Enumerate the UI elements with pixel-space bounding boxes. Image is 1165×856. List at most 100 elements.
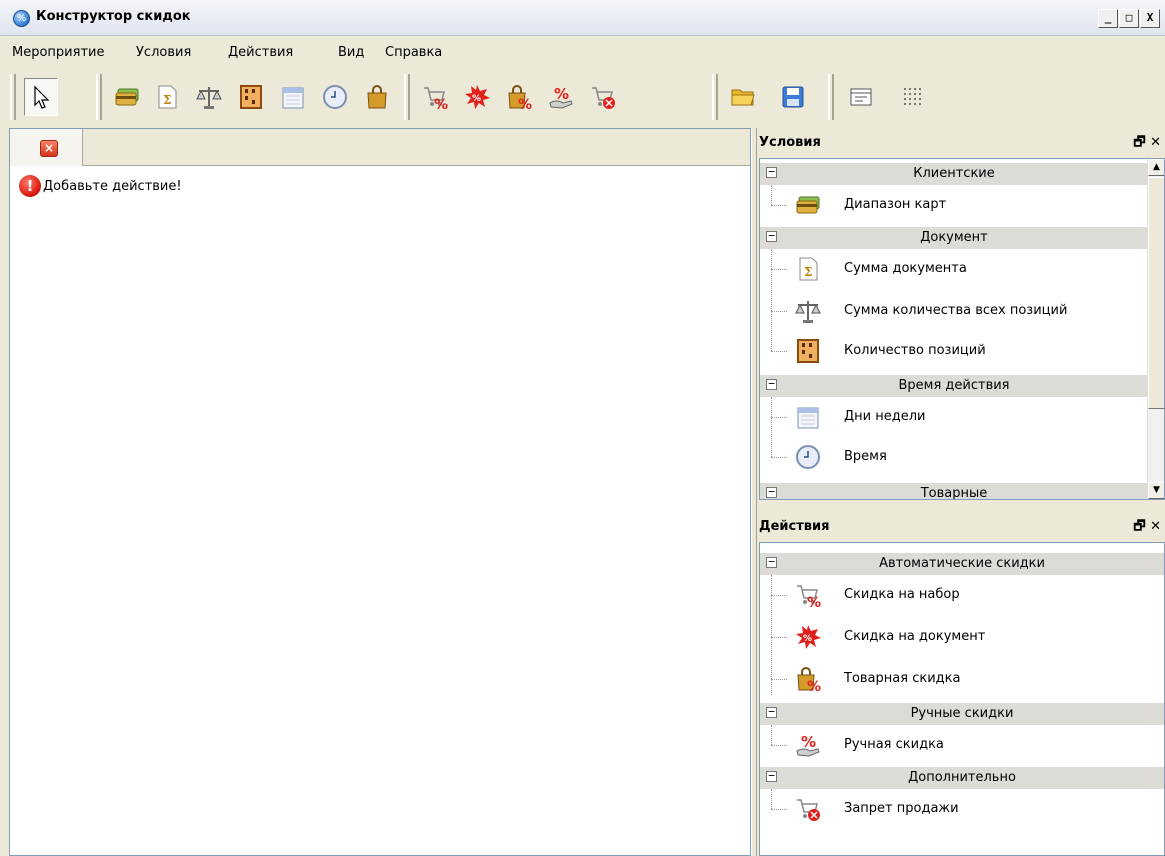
svg-text:%: % xyxy=(554,85,569,103)
group-label: Товарные xyxy=(920,486,988,500)
list-item[interactable]: Запрет продажи xyxy=(760,789,1164,829)
toolbar-save-button[interactable] xyxy=(776,78,810,116)
bag-percent-icon: % xyxy=(508,85,532,111)
hand-percent-icon: % xyxy=(549,85,573,109)
toolbar-calendar-button[interactable] xyxy=(276,78,310,116)
menu-view[interactable]: Вид xyxy=(338,45,364,60)
percent-burst-icon: % xyxy=(465,85,490,109)
item-label: Ручная скидка xyxy=(844,737,944,752)
list-item[interactable]: Сумма количества всех позиций xyxy=(760,291,1148,331)
window-layout-icon xyxy=(850,88,872,106)
hand-percent-icon: % xyxy=(796,733,820,757)
toolbar-layout-button[interactable] xyxy=(844,78,878,116)
toolbar-separator xyxy=(96,74,102,120)
group-label: Автоматические скидки xyxy=(879,556,1045,571)
group-row[interactable]: − Дополнительно xyxy=(760,767,1164,789)
toolbar-pointer-button[interactable] xyxy=(24,78,58,116)
save-disk-icon xyxy=(782,86,804,108)
scales-icon xyxy=(196,87,222,109)
group-row[interactable]: − Автоматические скидки xyxy=(760,553,1164,575)
toolbar-scales-button[interactable] xyxy=(192,78,226,116)
svg-text:%: % xyxy=(434,97,448,111)
maximize-button[interactable]: □ xyxy=(1119,9,1139,28)
conditions-panel-title: Условия xyxy=(759,135,821,150)
item-label: Диапазон карт xyxy=(844,197,947,212)
toolbar-document-discount-button[interactable]: % xyxy=(460,78,494,116)
open-folder-icon xyxy=(731,89,755,106)
list-item[interactable]: Σ Сумма документа xyxy=(760,249,1148,289)
svg-text:%: % xyxy=(803,634,812,644)
item-label: Скидка на документ xyxy=(844,629,986,644)
toolbar-grip[interactable] xyxy=(10,74,16,120)
item-label: Дни недели xyxy=(844,409,926,424)
minimize-button[interactable]: _ xyxy=(1098,9,1118,28)
list-item[interactable]: Количество позиций xyxy=(760,331,1148,371)
toolbar-separator xyxy=(404,74,410,120)
actions-close-button[interactable]: ✕ xyxy=(1150,519,1161,534)
actions-panel-header: Действия 🗗 ✕ xyxy=(757,512,1165,540)
list-item[interactable]: % Товарная скидка xyxy=(760,659,1164,699)
conditions-panel-header: Условия 🗗 ✕ xyxy=(757,128,1165,156)
close-tab-icon[interactable]: × xyxy=(40,140,58,157)
menu-conditions[interactable]: Условия xyxy=(136,45,191,60)
calendar-icon xyxy=(797,407,819,429)
menu-help[interactable]: Справка xyxy=(385,45,442,60)
toolbar-document-sum-button[interactable]: Σ xyxy=(150,78,184,116)
scroll-up-icon[interactable]: ▲ xyxy=(1148,159,1164,176)
scroll-down-icon[interactable]: ▼ xyxy=(1148,482,1164,499)
conditions-close-button[interactable]: ✕ xyxy=(1150,135,1161,150)
group-row[interactable]: − Клиентские xyxy=(760,163,1148,185)
actions-panel: Действия 🗗 ✕ − Автоматические скидки % С… xyxy=(757,512,1165,856)
list-item[interactable]: Диапазон карт xyxy=(760,185,1148,225)
toolbar-forbid-sale-button[interactable] xyxy=(586,78,620,116)
shopping-bag-icon xyxy=(367,85,387,109)
group-label: Ручные скидки xyxy=(910,706,1014,721)
toolbar: Σ % % % % xyxy=(0,66,1165,126)
document-tab[interactable]: × xyxy=(10,129,83,166)
list-item[interactable]: Дни недели xyxy=(760,397,1148,437)
toolbar-open-button[interactable] xyxy=(726,78,760,116)
menu-bar: Мероприятие Условия Действия Вид Справка xyxy=(0,40,1165,64)
item-label: Товарная скидка xyxy=(844,671,961,686)
list-item[interactable]: % Ручная скидка xyxy=(760,725,1164,765)
actions-float-button[interactable]: 🗗 xyxy=(1133,519,1145,534)
item-label: Сумма документа xyxy=(844,261,967,276)
menu-event[interactable]: Мероприятие xyxy=(12,45,104,60)
document-tabstrip: × xyxy=(10,129,750,166)
svg-text:%: % xyxy=(518,97,532,111)
group-label: Дополнительно xyxy=(908,770,1016,785)
toolbar-abacus-button[interactable] xyxy=(234,78,268,116)
scroll-thumb[interactable] xyxy=(1148,177,1164,409)
svg-text:Σ: Σ xyxy=(804,265,812,279)
toolbar-separator xyxy=(828,74,834,120)
app-logo-icon: % xyxy=(13,10,30,27)
cart-forbid-icon xyxy=(797,799,820,821)
svg-text:Σ: Σ xyxy=(163,93,171,107)
title-bar[interactable]: % Конструктор скидок _ □ X xyxy=(0,0,1165,36)
list-item[interactable]: % Скидка на набор xyxy=(760,575,1164,615)
group-row[interactable]: − Время действия xyxy=(760,375,1148,397)
close-button[interactable]: X xyxy=(1140,9,1160,28)
toolbar-grid-button[interactable] xyxy=(896,78,930,116)
item-label: Время xyxy=(844,449,887,464)
calendar-icon xyxy=(282,87,304,109)
toolbar-product-discount-button[interactable]: % xyxy=(502,78,536,116)
toolbar-set-discount-button[interactable]: % xyxy=(418,78,452,116)
warning-icon: ! xyxy=(19,175,41,197)
scales-icon xyxy=(795,301,821,323)
editor-pane[interactable]: × ! Добавьте действие! xyxy=(9,128,751,856)
toolbar-bag-button[interactable] xyxy=(360,78,394,116)
document-sum-icon: Σ xyxy=(158,85,177,109)
list-item[interactable]: Время xyxy=(760,437,1148,477)
group-row[interactable]: − Ручные скидки xyxy=(760,703,1164,725)
toolbar-manual-discount-button[interactable]: % xyxy=(544,78,578,116)
menu-actions[interactable]: Действия xyxy=(228,45,293,60)
toolbar-card-range-button[interactable] xyxy=(110,78,144,116)
group-row[interactable]: − Товарные xyxy=(760,483,1148,500)
group-row[interactable]: − Документ xyxy=(760,227,1148,249)
conditions-float-button[interactable]: 🗗 xyxy=(1133,135,1145,150)
list-item[interactable]: % Скидка на документ xyxy=(760,617,1164,657)
conditions-scrollbar[interactable]: ▲ ▼ xyxy=(1147,159,1164,499)
toolbar-clock-button[interactable] xyxy=(318,78,352,116)
editor-message: Добавьте действие! xyxy=(43,179,182,194)
